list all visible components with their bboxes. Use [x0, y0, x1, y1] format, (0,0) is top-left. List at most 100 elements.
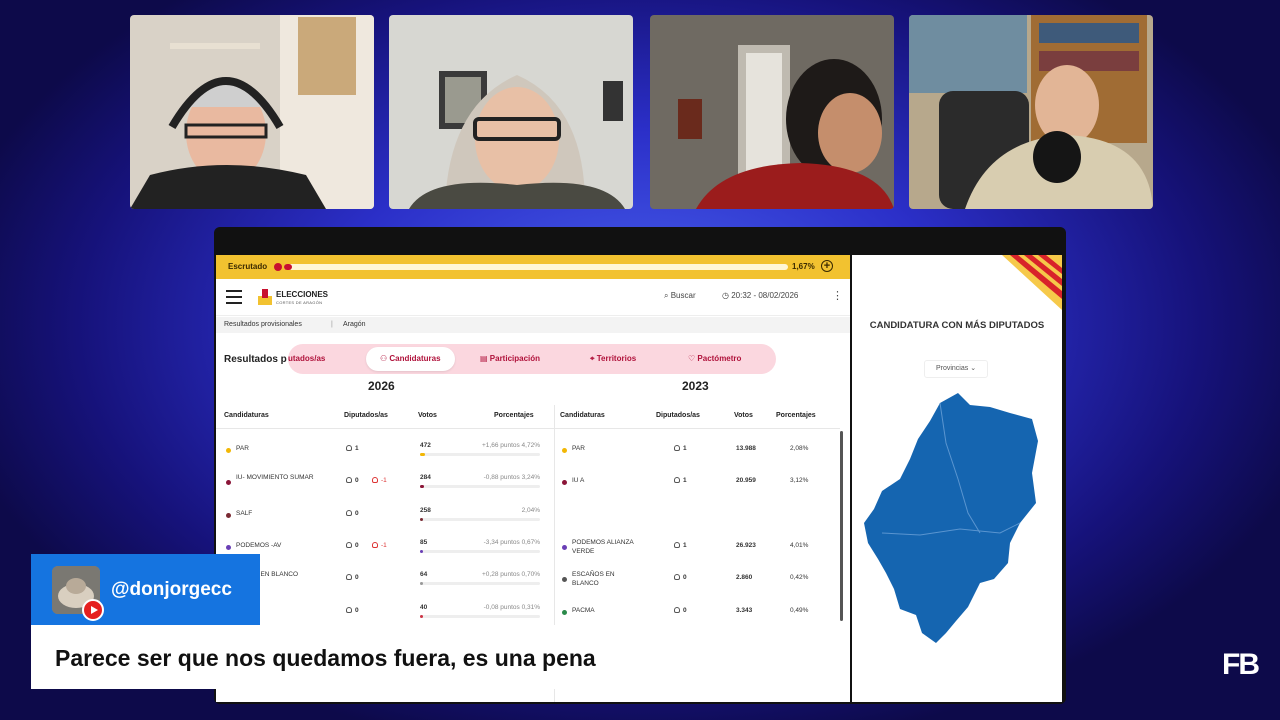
ballot-icon: ▤ [480, 354, 490, 363]
candidates-icon: ⚇ [380, 354, 390, 363]
col-votos-2026: Votos [418, 412, 437, 419]
handshake-icon: ♡ [688, 354, 698, 363]
party-percent: 0,42% [790, 574, 809, 581]
party-color-dot [562, 480, 567, 485]
app-header: ELECCIONES CORTES DE ARAGÓN ⌕ Buscar ◷ 2… [216, 279, 850, 316]
party-name: SALF [236, 510, 253, 517]
webcam-participant-1 [130, 15, 374, 209]
seats-delta: -1 [372, 542, 387, 549]
province-select[interactable]: Provincias ⌄ [924, 360, 988, 378]
escrutado-label: Escrutado [228, 262, 268, 271]
tab-candidaturas[interactable]: ⚇ Candidaturas [366, 347, 455, 371]
tab-territorios-label: Territorios [596, 354, 637, 363]
party-votes: 13.988 [736, 445, 756, 452]
tab-participacion-label: Participación [489, 354, 541, 363]
col-candidaturas-2026: Candidaturas [224, 412, 269, 419]
tab-pactometro-label: Pactómetro [697, 354, 742, 363]
seats-delta: -1 [372, 477, 387, 484]
side-panel-title: CANDIDATURA CON MÁS DIPUTADOS [869, 320, 1045, 331]
party-percent: 2,04% [521, 507, 540, 514]
tab-territorios[interactable]: ⌖ Territorios [590, 347, 636, 371]
youtube-icon [82, 599, 104, 621]
person-icon [372, 477, 378, 483]
escrutado-percent: 1,67% [792, 262, 815, 271]
vote-bar-fill [420, 485, 424, 488]
more-options-icon[interactable]: ⋮ [832, 289, 843, 302]
vote-bar [420, 485, 540, 488]
party-color-dot [226, 480, 231, 485]
logo-subtitle: CORTES DE ARAGÓN [276, 300, 323, 305]
party-votes: 284 [420, 474, 431, 481]
chat-username: @donjorgecc [111, 579, 232, 600]
party-seats: 0 [346, 542, 359, 549]
tab-pactometro[interactable]: ♡ Pactómetro [688, 347, 741, 371]
results-tabs: utados/as ⚇ Candidaturas ▤ Participación… [288, 344, 776, 374]
search-label: Buscar [670, 291, 696, 300]
person-icon [346, 445, 352, 451]
escrutado-progress-fill [284, 264, 293, 270]
party-percent: -3,34 puntos 0,67% [483, 539, 540, 546]
party-color-dot [562, 448, 567, 453]
party-name: PAR [572, 445, 585, 452]
seats-value: 1 [355, 445, 359, 452]
section-title: Resultados p [224, 354, 287, 365]
update-time: ◷ 20:32 - 08/02/2026 [722, 291, 798, 300]
party-percent: -0,88 puntos 3,24% [483, 474, 540, 481]
webcam-participant-2 [389, 15, 633, 209]
vote-bar-fill [420, 550, 423, 553]
channel-logo: FB [1222, 648, 1260, 681]
breadcrumb-item-aragon[interactable]: Aragón [343, 321, 366, 328]
chevron-down-icon: ⌄ [970, 365, 977, 372]
person-icon [372, 542, 378, 548]
search-button[interactable]: ⌕ Buscar [664, 291, 696, 301]
party-color-dot [226, 545, 231, 550]
col-diputados-2023: Diputados/as [656, 412, 700, 419]
tab-diputados[interactable]: utados/as [288, 347, 325, 371]
person-icon [674, 542, 680, 548]
vote-bar [420, 518, 540, 521]
col-diputados-2026: Diputados/as [344, 412, 388, 419]
party-seats: 1 [674, 477, 687, 484]
webcam-participant-4 [909, 15, 1153, 209]
party-name: IU A [572, 477, 585, 484]
menu-icon[interactable] [226, 290, 242, 304]
party-color-dot [226, 448, 231, 453]
party-percent: 3,12% [790, 477, 809, 484]
search-icon: ⌕ [664, 291, 671, 300]
seats-value: 0 [355, 510, 359, 517]
chat-overlay: @donjorgecc Parece ser que nos quedamos … [31, 554, 743, 689]
breadcrumb-item-resultados[interactable]: Resultados provisionales [224, 321, 302, 328]
escrutinio-bar: Escrutado 1,67% + [216, 255, 850, 279]
webcam-participant-3 [650, 15, 894, 209]
ballot-box-icon [258, 289, 272, 305]
map-panel: CANDIDATURA CON MÁS DIPUTADOS Provincias… [852, 255, 1062, 702]
party-color-dot [226, 513, 231, 518]
aragon-map[interactable] [860, 383, 1052, 653]
party-seats: 1 [346, 445, 359, 452]
person-icon [346, 510, 352, 516]
chat-user-banner: @donjorgecc [31, 554, 260, 625]
seats-value: 1 [683, 477, 687, 484]
location-pin-icon: ⌖ [590, 354, 597, 363]
person-icon [346, 542, 352, 548]
expand-plus-icon[interactable]: + [821, 260, 833, 272]
header-divider [216, 428, 840, 429]
party-name: PAR [236, 445, 249, 452]
seats-value: 0 [355, 477, 359, 484]
party-name: PODEMOS -AV [236, 542, 282, 549]
party-votes: 472 [420, 442, 431, 449]
tab-participacion[interactable]: ▤ Participación [480, 347, 540, 371]
person-icon [674, 445, 680, 451]
seats-delta-value: -1 [381, 542, 387, 549]
person-icon [674, 477, 680, 483]
table-scrollbar[interactable] [840, 431, 843, 621]
party-votes: 26.923 [736, 542, 756, 549]
party-percent: 4,01% [790, 542, 809, 549]
col-porcentajes-2023: Porcentajes [776, 412, 816, 419]
party-name: IU- MOVIMIENTO SUMAR [236, 474, 314, 481]
seats-value: 1 [683, 445, 687, 452]
year-2026: 2026 [368, 379, 395, 393]
vote-bar [420, 550, 540, 553]
col-candidaturas-2023: Candidaturas [560, 412, 605, 419]
seats-delta-value: -1 [381, 477, 387, 484]
